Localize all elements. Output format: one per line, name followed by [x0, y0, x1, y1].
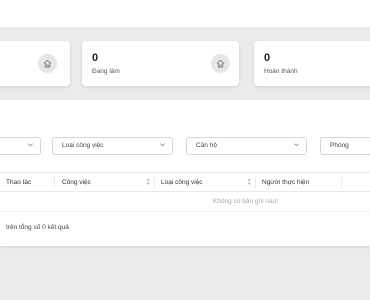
- pagination-summary: trên tổng số 0 kết quả: [6, 224, 69, 231]
- chevron-down-icon: [159, 141, 166, 150]
- stat-card-in-progress: 0 Đang làm: [82, 41, 239, 86]
- stat-value: 0: [92, 52, 99, 64]
- stat-card-partial: [0, 41, 70, 86]
- stat-label: Hoàn thành: [264, 68, 298, 75]
- empty-table-message: Không có bản ghi nào!: [213, 198, 279, 205]
- home-icon: [38, 54, 57, 73]
- stat-card-completed: 0 Hoàn thành: [254, 41, 370, 86]
- work-type-select-value: Loại công việc: [62, 142, 104, 149]
- column-header-task[interactable]: Công việc: [62, 179, 91, 186]
- room-select[interactable]: Phòng: [320, 137, 370, 155]
- stat-label: Đang làm: [92, 68, 120, 75]
- column-divider: [154, 176, 155, 188]
- apartment-select[interactable]: Căn hộ: [186, 137, 307, 155]
- column-divider: [255, 176, 256, 188]
- work-type-select[interactable]: Loại công việc: [52, 137, 173, 155]
- column-header-work-type[interactable]: Loại công việc: [161, 179, 203, 186]
- sort-icon[interactable]: ▴ ▾: [248, 178, 251, 187]
- sort-icon[interactable]: ▴ ▾: [147, 178, 150, 187]
- column-divider: [54, 176, 55, 188]
- apartment-select-value: Căn hộ: [196, 142, 217, 149]
- divider: [0, 211, 370, 212]
- top-bar: [0, 0, 370, 27]
- table-header: Thao tác Công việc ▴ ▾ Loại công việc ▴ ▾ …: [0, 172, 370, 192]
- column-divider: [341, 176, 342, 188]
- chevron-down-icon: [293, 141, 300, 150]
- home-icon: [211, 54, 230, 73]
- chevron-down-icon: [27, 141, 34, 150]
- filter-select-partial[interactable]: [0, 137, 41, 155]
- stat-value: 0: [264, 52, 271, 64]
- column-header-assignee[interactable]: Người thực hiện: [262, 179, 309, 186]
- room-select-value: Phòng: [330, 142, 349, 149]
- column-header-actions: Thao tác: [6, 179, 32, 186]
